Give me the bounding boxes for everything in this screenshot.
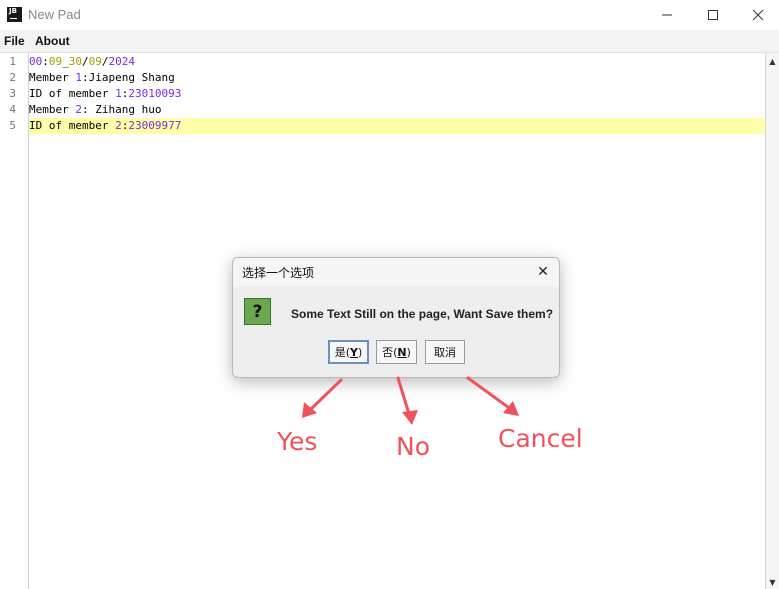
- annotation-arrows: [302, 376, 519, 425]
- annotation-yes: Yes: [277, 427, 318, 456]
- arrow-to-cancel: [466, 376, 514, 412]
- annotation-cancel: Cancel: [498, 424, 583, 453]
- annotation-no: No: [396, 432, 430, 461]
- arrow-to-no: [396, 376, 412, 419]
- arrow-to-yes: [307, 378, 343, 413]
